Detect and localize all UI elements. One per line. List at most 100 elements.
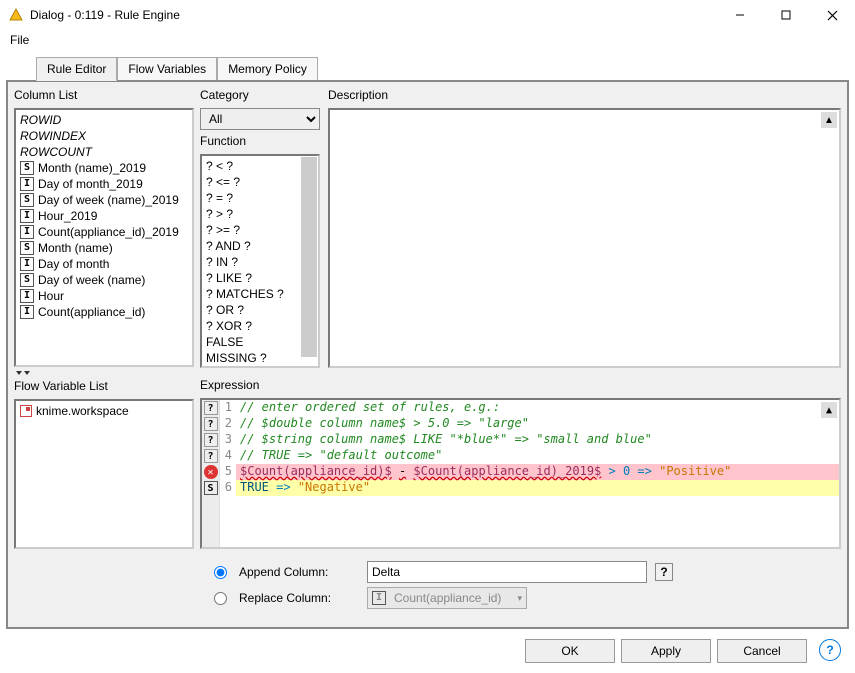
list-item[interactable]: NOT ? <box>206 366 314 368</box>
append-column-input[interactable] <box>367 561 647 583</box>
output-options: Append Column: ? Replace Column: I Count… <box>14 549 841 621</box>
expression-label: Expression <box>200 378 841 392</box>
gutter-hint-icon[interactable]: ? <box>204 401 218 415</box>
append-column-label: Append Column: <box>239 565 359 579</box>
type-s-icon: S <box>20 193 34 207</box>
tabstrip: Rule Editor Flow Variables Memory Policy <box>36 56 849 80</box>
col-name: Day of month_2019 <box>38 177 143 191</box>
type-i-icon: I <box>20 257 34 271</box>
chevron-down-icon: ▾ <box>517 593 522 604</box>
function-label: Function <box>200 134 320 148</box>
list-item[interactable]: IHour <box>20 288 188 304</box>
list-item[interactable]: knime.workspace <box>20 403 188 419</box>
close-button[interactable] <box>809 0 855 30</box>
content: Rule Editor Flow Variables Memory Policy… <box>0 50 855 629</box>
type-i-icon: I <box>20 305 34 319</box>
list-item[interactable]: ? = ? <box>206 190 314 206</box>
tab-flow-variables[interactable]: Flow Variables <box>117 57 217 81</box>
list-item[interactable]: ? <= ? <box>206 174 314 190</box>
list-item[interactable]: MISSING ? <box>206 350 314 366</box>
list-item[interactable]: ? < ? <box>206 158 314 174</box>
list-item[interactable]: ? AND ? <box>206 238 314 254</box>
list-item[interactable]: ? MATCHES ? <box>206 286 314 302</box>
list-item[interactable]: ? LIKE ? <box>206 270 314 286</box>
type-s-icon: S <box>20 273 34 287</box>
list-item[interactable]: ? >= ? <box>206 222 314 238</box>
list-item[interactable]: ? > ? <box>206 206 314 222</box>
help-icon[interactable]: ? <box>655 563 673 581</box>
type-i-icon: I <box>372 591 386 605</box>
tab-rule-editor[interactable]: Rule Editor <box>36 57 117 81</box>
ok-button[interactable]: OK <box>525 639 615 663</box>
function-list[interactable]: ? < ? ? <= ? ? = ? ? > ? ? >= ? ? AND ? … <box>200 154 320 368</box>
col-name: Day of week (name) <box>38 273 145 287</box>
code-body[interactable]: // enter ordered set of rules, e.g.: // … <box>236 400 839 547</box>
maximize-button[interactable] <box>763 0 809 30</box>
category-select[interactable]: All <box>200 108 320 130</box>
gutter-hint-icon[interactable]: ? <box>204 417 218 431</box>
list-item[interactable]: S Day of week (name)_2019 <box>20 192 188 208</box>
replace-column-value: Count(appliance_id) <box>394 591 501 605</box>
col-name: Day of week (name)_2019 <box>38 193 179 207</box>
list-item[interactable]: I Day of month_2019 <box>20 176 188 192</box>
cancel-button[interactable]: Cancel <box>717 639 807 663</box>
flow-var-icon <box>20 405 32 417</box>
window-controls <box>717 0 855 30</box>
category-label: Category <box>200 88 320 102</box>
list-item[interactable]: S Month (name) <box>20 240 188 256</box>
flow-var-name: knime.workspace <box>36 404 129 418</box>
apply-button[interactable]: Apply <box>621 639 711 663</box>
list-item[interactable]: I Count(appliance_id)_2019 <box>20 224 188 240</box>
column-list-label: Column List <box>14 88 194 102</box>
help-button[interactable]: ? <box>819 639 841 661</box>
append-column-radio[interactable] <box>214 566 227 579</box>
list-item[interactable]: ? OR ? <box>206 302 314 318</box>
rule-editor-panel: Column List ROWID ROWINDEX ROWCOUNT SMon… <box>6 80 849 629</box>
list-item[interactable]: ROWINDEX <box>20 128 188 144</box>
window: Dialog - 0:119 - Rule Engine File Rule E… <box>0 0 855 673</box>
type-i-icon: I <box>20 209 34 223</box>
flow-variable-list[interactable]: knime.workspace <box>14 399 194 549</box>
column-list[interactable]: ROWID ROWINDEX ROWCOUNT SMonth (name)_20… <box>14 108 194 367</box>
titlebar: Dialog - 0:119 - Rule Engine <box>0 0 855 30</box>
col-name: Month (name) <box>38 241 113 255</box>
col-name: Hour_2019 <box>38 209 97 223</box>
menu-file[interactable]: File <box>4 31 35 49</box>
list-item[interactable]: SMonth (name)_2019 <box>20 160 188 176</box>
scrollbar[interactable] <box>301 157 317 357</box>
type-i-icon: I <box>20 177 34 191</box>
description-box: ▲ <box>328 108 841 368</box>
type-i-icon: I <box>20 225 34 239</box>
flow-var-label: Flow Variable List <box>14 379 194 393</box>
list-item[interactable]: FALSE <box>206 334 314 350</box>
type-s-icon: S <box>20 241 34 255</box>
minimize-button[interactable] <box>717 0 763 30</box>
app-icon <box>8 7 24 23</box>
col-name: Day of month <box>38 257 109 271</box>
button-bar: OK Apply Cancel ? <box>0 629 855 673</box>
list-item[interactable]: I Hour_2019 <box>20 208 188 224</box>
col-name: Count(appliance_id)_2019 <box>38 225 179 239</box>
replace-column-radio[interactable] <box>214 592 227 605</box>
description-label: Description <box>328 88 841 102</box>
gutter-hint-icon[interactable]: ? <box>204 433 218 447</box>
tab-memory-policy[interactable]: Memory Policy <box>217 57 318 81</box>
list-item[interactable]: ? IN ? <box>206 254 314 270</box>
list-item[interactable]: ? XOR ? <box>206 318 314 334</box>
list-item[interactable]: S Day of week (name) <box>20 272 188 288</box>
list-item[interactable]: ICount(appliance_id) <box>20 304 188 320</box>
splitter[interactable] <box>14 371 194 375</box>
col-name: Month (name)_2019 <box>38 161 146 175</box>
replace-column-combo: I Count(appliance_id) ▾ <box>367 587 527 609</box>
replace-column-label: Replace Column: <box>239 591 359 605</box>
menubar: File <box>0 30 855 50</box>
scroll-up-icon[interactable]: ▲ <box>821 402 837 418</box>
gutter-error-icon[interactable]: ✕ <box>204 465 218 479</box>
expression-editor[interactable]: ▲ ? ? ? ? ✕ S 1 2 <box>200 398 841 549</box>
list-item[interactable]: ROWID <box>20 112 188 128</box>
scroll-up-icon[interactable]: ▲ <box>821 112 837 128</box>
list-item[interactable]: ROWCOUNT <box>20 144 188 160</box>
gutter-string-icon[interactable]: S <box>204 481 218 495</box>
gutter-hint-icon[interactable]: ? <box>204 449 218 463</box>
list-item[interactable]: I Day of month <box>20 256 188 272</box>
